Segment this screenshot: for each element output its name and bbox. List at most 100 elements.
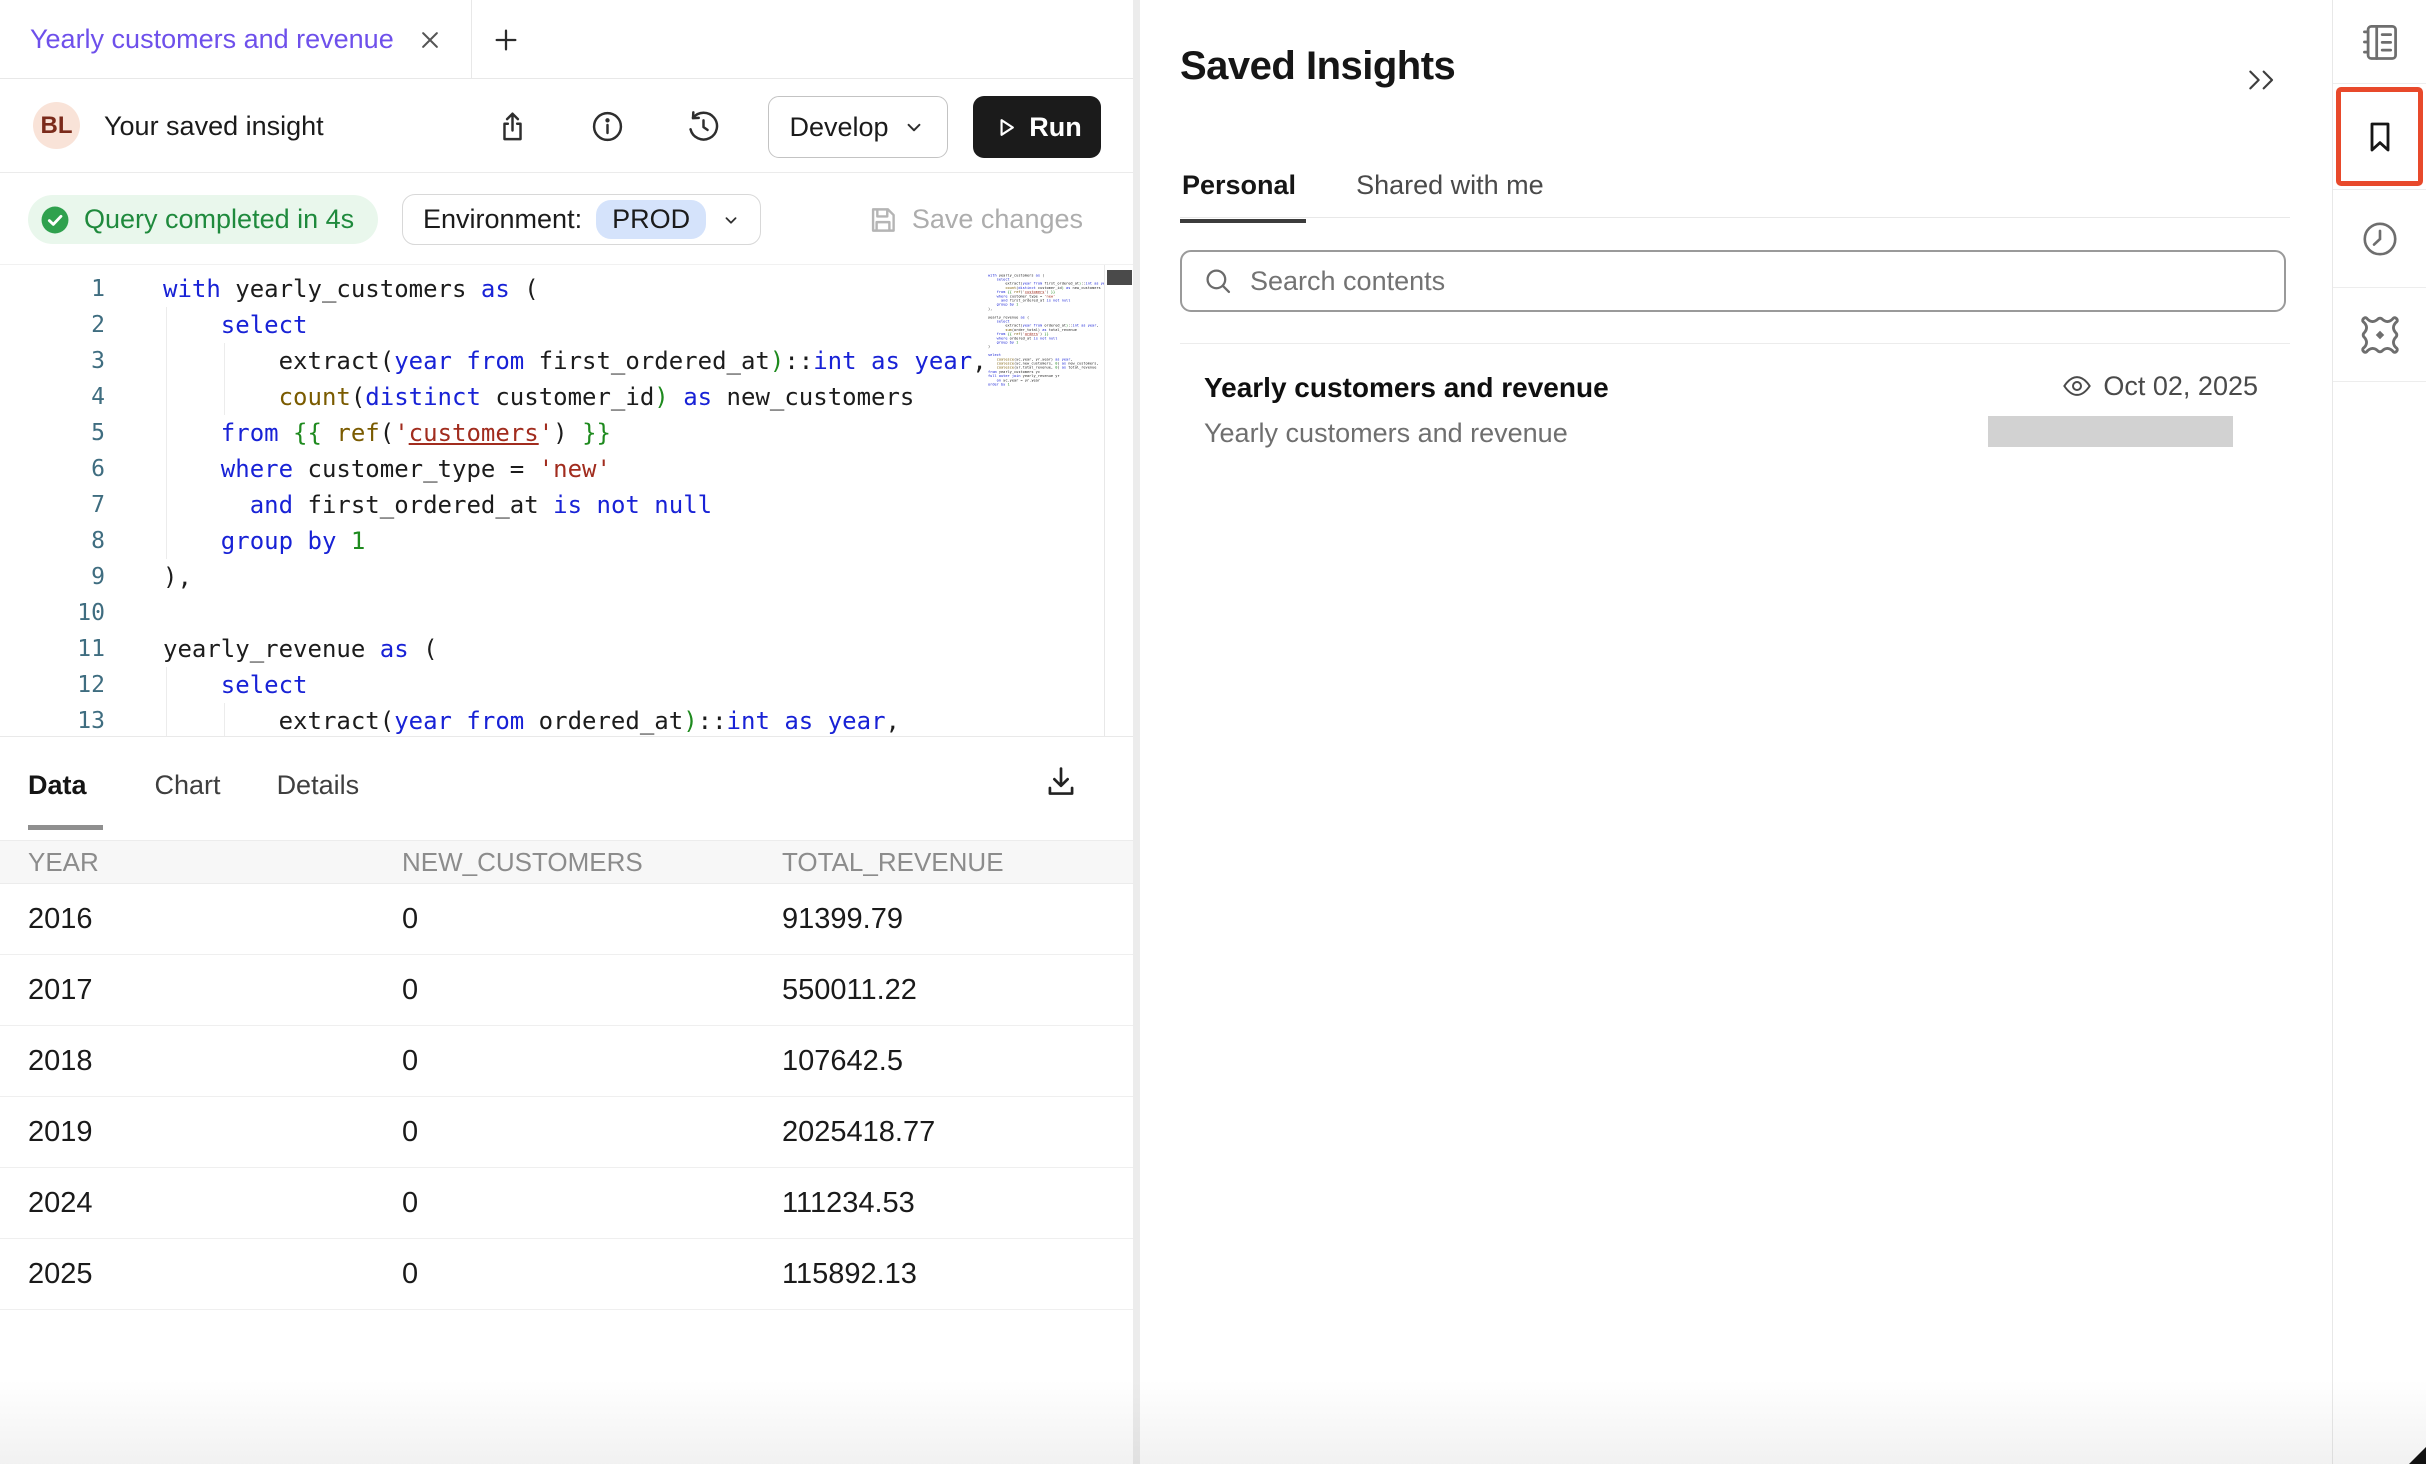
loading-skeleton	[1988, 416, 2233, 447]
saved-insights-title: Saved Insights	[1180, 44, 1455, 89]
line-number: 12	[0, 667, 105, 703]
code-line: yearly_revenue as (	[163, 631, 987, 667]
search-input[interactable]	[1250, 266, 2150, 297]
line-number: 13	[0, 703, 105, 737]
results-tabbar: Data Chart Details	[0, 737, 1133, 840]
panel-divider	[1133, 0, 1140, 1464]
results-table: YEAR NEW_CUSTOMERS TOTAL_REVENUE 2016091…	[0, 840, 1133, 1310]
save-changes-button[interactable]: Save changes	[866, 195, 1083, 244]
table-cell: 0	[374, 1045, 754, 1078]
develop-dropdown[interactable]: Develop	[768, 96, 948, 158]
collapse-panel-button[interactable]	[2240, 58, 2284, 102]
editor-scrollbar[interactable]	[1104, 265, 1133, 737]
insight-list-item[interactable]: Yearly customers and revenue Oct 02, 202…	[1140, 358, 2332, 478]
sql-code-editor[interactable]: 12345678910111213 with yearly_customers …	[0, 264, 1133, 737]
history-button[interactable]	[685, 108, 722, 145]
environment-dropdown[interactable]: Environment: PROD	[402, 194, 761, 245]
new-tab-button[interactable]	[486, 22, 526, 58]
save-changes-label: Save changes	[912, 204, 1083, 235]
sidebar-item-dbt[interactable]	[2333, 288, 2426, 382]
table-row: 20240111234.53	[0, 1168, 1133, 1239]
download-results-button[interactable]	[1042, 763, 1080, 801]
table-cell: 2024	[0, 1187, 374, 1220]
dbt-logo-icon	[2357, 312, 2403, 358]
code-line: extract(year from ordered_at)::int as ye…	[163, 703, 987, 737]
run-button[interactable]: Run	[973, 96, 1101, 158]
tabs-divider	[1180, 217, 2290, 218]
line-number: 7	[0, 487, 105, 523]
code-line: ),	[163, 559, 987, 595]
develop-label: Develop	[789, 112, 888, 143]
play-icon	[992, 114, 1019, 141]
editor-minimap[interactable]: with yearly_customers as ( select extrac…	[986, 265, 1104, 737]
app-window: Yearly customers and revenue BL Your sav…	[0, 0, 2426, 1464]
chevron-down-icon	[720, 209, 742, 231]
table-cell: 0	[374, 903, 754, 936]
clock-icon	[2359, 218, 2401, 260]
code-line: and first_ordered_at is not null	[163, 487, 987, 523]
code-line: order by 1	[988, 382, 1104, 386]
code-line: select	[163, 307, 987, 343]
tab-shared-with-me[interactable]: Shared with me	[1354, 170, 1554, 223]
table-cell: 2017	[0, 974, 374, 1007]
search-icon	[1202, 265, 1234, 297]
table-cell: 2025418.77	[754, 1116, 1133, 1149]
column-header-new-customers: NEW_CUSTOMERS	[374, 847, 754, 878]
table-row: 2016091399.79	[0, 884, 1133, 955]
scrollbar-thumb[interactable]	[1107, 270, 1132, 285]
code-line: where customer_type = 'new'	[163, 451, 987, 487]
close-tab-icon[interactable]	[415, 25, 445, 55]
tab-yearly-customers-and-revenue[interactable]: Yearly customers and revenue	[0, 0, 472, 79]
query-statusbar: Query completed in 4s Environment: PROD …	[0, 173, 1133, 264]
insight-toolbar: BL Your saved insight	[0, 79, 1133, 173]
saved-insights-panel: Saved Insights Personal Shared with me Y…	[1140, 0, 2332, 1464]
avatar: BL	[33, 102, 80, 149]
column-header-year: YEAR	[0, 847, 374, 878]
query-workspace-panel: Yearly customers and revenue BL Your sav…	[0, 0, 1133, 1464]
tab-personal[interactable]: Personal	[1180, 170, 1306, 223]
table-cell: 2025	[0, 1258, 374, 1291]
table-cell: 0	[374, 1116, 754, 1149]
code-line	[163, 595, 987, 631]
check-circle-icon	[38, 203, 72, 237]
line-number: 10	[0, 595, 105, 631]
sidebar-item-history[interactable]	[2333, 190, 2426, 288]
editor-tabbar: Yearly customers and revenue	[0, 0, 1133, 79]
line-number: 1	[0, 271, 105, 307]
table-cell: 0	[374, 974, 754, 1007]
line-number: 9	[0, 559, 105, 595]
line-number-gutter: 12345678910111213	[0, 271, 105, 737]
line-number: 4	[0, 379, 105, 415]
line-number: 2	[0, 307, 105, 343]
code-line: from {{ ref('customers') }}	[163, 415, 987, 451]
table-row: 20250115892.13	[0, 1239, 1133, 1310]
table-row: 20170550011.22	[0, 955, 1133, 1026]
code-line: extract(year from first_ordered_at)::int…	[163, 343, 987, 379]
tab-details[interactable]: Details	[277, 770, 364, 830]
right-icon-sidebar	[2332, 0, 2426, 1464]
tab-chart[interactable]: Chart	[155, 770, 225, 830]
list-divider	[1180, 343, 2290, 344]
active-item-highlight	[2336, 87, 2423, 186]
table-cell: 550011.22	[754, 974, 1133, 1007]
line-number: 11	[0, 631, 105, 667]
table-cell: 111234.53	[754, 1187, 1133, 1220]
sidebar-item-notebook[interactable]	[2333, 0, 2426, 84]
save-icon	[866, 203, 900, 237]
table-row: 201902025418.77	[0, 1097, 1133, 1168]
line-number: 8	[0, 523, 105, 559]
environment-label: Environment:	[423, 204, 582, 235]
share-button[interactable]	[494, 108, 531, 145]
sidebar-item-saved-insights[interactable]	[2333, 84, 2426, 190]
tab-data[interactable]: Data	[28, 770, 103, 830]
code-line: count(distinct customer_id) as new_custo…	[163, 379, 987, 415]
insight-item-meta: Oct 02, 2025	[2061, 370, 2258, 402]
code-line: select	[163, 667, 987, 703]
table-cell: 0	[374, 1187, 754, 1220]
table-row: 20180107642.5	[0, 1026, 1133, 1097]
code-line: group by 1	[163, 523, 987, 559]
table-cell: 2018	[0, 1045, 374, 1078]
table-cell: 2019	[0, 1116, 374, 1149]
table-cell: 115892.13	[754, 1258, 1133, 1291]
info-button[interactable]	[589, 108, 626, 145]
